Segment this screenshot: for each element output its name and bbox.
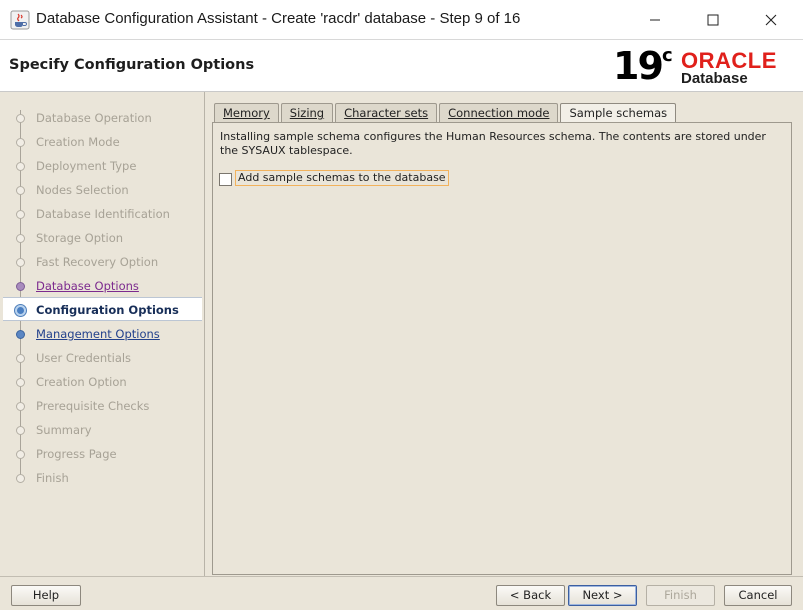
tab-memory[interactable]: Memory (214, 103, 279, 122)
close-icon (765, 14, 777, 25)
step-deployment-type: Deployment Type (3, 154, 202, 178)
step-finish: Finish (3, 466, 202, 490)
tab-label: Memory (223, 106, 270, 120)
java-cup-icon (10, 10, 30, 30)
step-dot-icon (16, 210, 25, 219)
step-dot-icon (16, 186, 25, 195)
step-label: Nodes Selection (36, 183, 129, 197)
wizard-header: Specify Configuration Options 19 c ORACL… (0, 39, 803, 92)
wizard-body: Database Operation Creation Mode Deploym… (0, 92, 803, 576)
step-configuration-options: Configuration Options (3, 297, 202, 321)
step-label: Database Identification (36, 207, 170, 221)
tab-sizing[interactable]: Sizing (280, 103, 334, 122)
step-fast-recovery-option: Fast Recovery Option (3, 250, 202, 274)
step-label: Finish (36, 471, 69, 485)
tab-label: Character sets (344, 106, 429, 120)
step-dot-icon (16, 474, 25, 483)
minimize-icon (650, 19, 660, 20)
step-nodes-selection: Nodes Selection (3, 178, 202, 202)
step-database-identification: Database Identification (3, 202, 202, 226)
window-title: Database Configuration Assistant - Creat… (36, 10, 521, 27)
step-dot-icon (16, 162, 25, 171)
step-label: Prerequisite Checks (36, 399, 150, 413)
title-bar: Database Configuration Assistant - Creat… (0, 0, 803, 39)
step-label: Configuration Options (36, 303, 179, 317)
tab-label: Sample schemas (569, 106, 668, 120)
step-label: User Credentials (36, 351, 132, 365)
step-label: Creation Mode (36, 135, 120, 149)
oracle-database-logo: 19 c ORACLE Database (613, 43, 793, 91)
sample-schema-description: Installing sample schema configures the … (220, 130, 766, 157)
tab-label: Connection mode (448, 106, 550, 120)
logo-version: 19 (613, 44, 664, 88)
wizard-footer: Help < Back Next > Finish Cancel (0, 576, 803, 610)
maximize-icon (707, 14, 719, 25)
sample-schemas-checkbox-label[interactable]: Add sample schemas to the database (235, 170, 449, 186)
step-creation-option: Creation Option (3, 370, 202, 394)
step-dot-icon (16, 402, 25, 411)
step-database-options[interactable]: Database Options (3, 274, 202, 298)
step-label: Summary (36, 423, 92, 437)
current-step-dot-icon (14, 304, 27, 317)
step-management-options[interactable]: Management Options (3, 322, 202, 346)
step-label: Database Options (36, 279, 139, 293)
cancel-button[interactable]: Cancel (724, 585, 792, 606)
tab-character-sets[interactable]: Character sets (335, 103, 438, 122)
config-tabs: Memory Sizing Character sets Connection … (214, 103, 678, 123)
sample-schemas-panel: Installing sample schema configures the … (212, 122, 792, 575)
step-dot-icon (16, 426, 25, 435)
step-dot-icon (16, 378, 25, 387)
step-dot-icon (16, 354, 25, 363)
page-title: Specify Configuration Options (9, 57, 255, 73)
tab-sample-schemas[interactable]: Sample schemas (560, 103, 677, 123)
step-dot-icon (16, 282, 25, 291)
help-button[interactable]: Help (11, 585, 81, 606)
step-navigation: Database Operation Creation Mode Deploym… (3, 92, 202, 576)
step-dot-icon (16, 138, 25, 147)
step-database-operation: Database Operation (3, 106, 202, 130)
close-button[interactable] (748, 0, 794, 39)
step-creation-mode: Creation Mode (3, 130, 202, 154)
step-label: Storage Option (36, 231, 124, 245)
step-dot-icon (16, 114, 25, 123)
logo-product: Database (681, 70, 748, 87)
finish-button: Finish (646, 585, 715, 606)
step-label: Management Options (36, 327, 160, 341)
sample-schemas-checkbox[interactable] (219, 173, 232, 186)
step-progress-page: Progress Page (3, 442, 202, 466)
step-dot-icon (16, 234, 25, 243)
step-label: Creation Option (36, 375, 127, 389)
step-dot-icon (16, 450, 25, 459)
maximize-button[interactable] (690, 0, 736, 39)
step-storage-option: Storage Option (3, 226, 202, 250)
logo-version-suffix: c (662, 45, 673, 66)
step-label: Progress Page (36, 447, 117, 461)
step-dot-icon (16, 258, 25, 267)
step-label: Fast Recovery Option (36, 255, 159, 269)
next-button[interactable]: Next > (568, 585, 637, 606)
step-label: Database Operation (36, 111, 152, 125)
back-button[interactable]: < Back (496, 585, 565, 606)
step-dot-icon (16, 330, 25, 339)
minimize-button[interactable] (632, 0, 678, 39)
nav-divider (204, 92, 205, 576)
step-prerequisite-checks: Prerequisite Checks (3, 394, 202, 418)
step-user-credentials: User Credentials (3, 346, 202, 370)
step-label: Deployment Type (36, 159, 137, 173)
tab-connection-mode[interactable]: Connection mode (439, 103, 559, 122)
step-summary: Summary (3, 418, 202, 442)
tab-label: Sizing (289, 106, 325, 120)
